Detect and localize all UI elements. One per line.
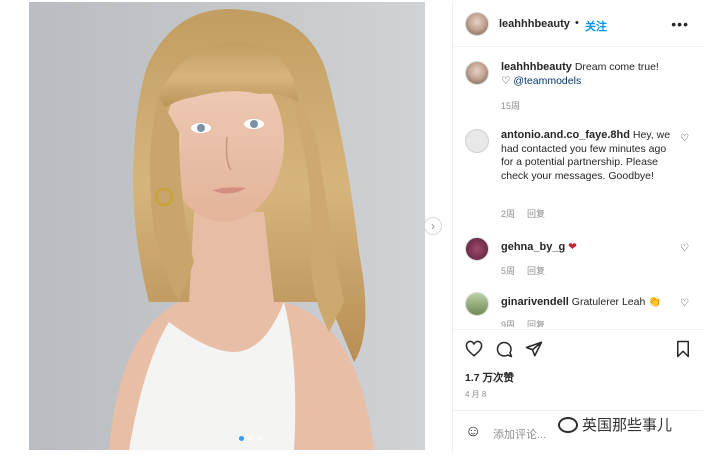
- comment-item: antonio.and.co_faye.8hd Hey, we had cont…: [465, 127, 691, 227]
- comment-meta: 9周 回复: [501, 318, 545, 327]
- carousel-dots: [239, 436, 262, 441]
- comment-text: ginarivendell Gratulerer Leah 👏: [501, 296, 673, 310]
- avatar[interactable]: [465, 12, 489, 36]
- comment-icon[interactable]: [495, 340, 513, 363]
- like-comment-heart-icon[interactable]: ♡: [680, 298, 689, 309]
- like-heart-icon[interactable]: [465, 340, 483, 363]
- comment-text: antonio.and.co_faye.8hd Hey, we had cont…: [501, 129, 673, 183]
- comment-item: gehna_by_g ❤ 5周 回复 ♡: [465, 237, 691, 277]
- comment-username[interactable]: antonio.and.co_faye.8hd: [501, 129, 630, 141]
- avatar[interactable]: [465, 292, 489, 316]
- post-date: 4 月 8: [465, 390, 487, 399]
- avatar[interactable]: [465, 237, 489, 261]
- comments-list: leahhhbeauty Dream come true! ♡ @teammod…: [453, 47, 703, 327]
- post-username[interactable]: leahhhbeauty: [499, 18, 570, 30]
- comment-meta: 2周 回复: [501, 207, 545, 220]
- carousel-dot: [257, 436, 262, 441]
- comment-input[interactable]: 添加评论...: [493, 426, 546, 442]
- avatar[interactable]: [465, 61, 489, 85]
- chevron-right-icon: ›: [431, 219, 435, 233]
- more-options-icon[interactable]: •••: [671, 16, 689, 32]
- comment-item: ginarivendell Gratulerer Leah 👏 9周 回复 ♡: [465, 292, 691, 327]
- carousel-dot-active: [239, 436, 244, 441]
- comment-time: 9周: [501, 320, 516, 327]
- caption-body: Dream come true!: [574, 61, 659, 73]
- post-photo[interactable]: [29, 2, 425, 450]
- reply-button[interactable]: 回复: [527, 320, 545, 327]
- avatar[interactable]: [465, 129, 489, 153]
- post-header: leahhhbeauty • 关注 •••: [453, 2, 703, 47]
- post-sidebar: leahhhbeauty • 关注 ••• leahhhbeauty Dream…: [452, 2, 703, 452]
- watermark: 英国那些事儿: [558, 414, 673, 435]
- follow-button[interactable]: 关注: [585, 18, 607, 34]
- like-comment-heart-icon[interactable]: ♡: [680, 133, 689, 144]
- watermark-logo-icon: [558, 416, 578, 433]
- mention-link[interactable]: @teammodels: [513, 75, 581, 87]
- heart-icon: ♡: [501, 74, 511, 87]
- reply-button[interactable]: 回复: [527, 209, 545, 219]
- caption-username[interactable]: leahhhbeauty: [501, 61, 572, 73]
- instagram-post-window: › leahhhbeauty • 关注 ••• leahhhbeauty Dre…: [0, 0, 708, 458]
- comment-username[interactable]: gehna_by_g: [501, 241, 565, 253]
- comment-time: 5周: [501, 266, 516, 276]
- caption: leahhhbeauty Dream come true! ♡ @teammod…: [465, 59, 691, 117]
- comment-username[interactable]: ginarivendell: [501, 296, 569, 308]
- like-count[interactable]: 1.7 万次赞: [465, 370, 514, 385]
- next-photo-button[interactable]: ›: [424, 217, 442, 235]
- comment-time: 2周: [501, 209, 516, 219]
- comment-meta: 5周 回复: [501, 264, 545, 277]
- action-bar: [453, 329, 703, 366]
- bookmark-icon[interactable]: [675, 340, 691, 363]
- share-icon[interactable]: [525, 340, 543, 363]
- emoji-icon[interactable]: ☺: [465, 423, 481, 441]
- caption-text: leahhhbeauty Dream come true! ♡ @teammod…: [501, 61, 673, 88]
- carousel-dot: [248, 436, 253, 441]
- comment-text: gehna_by_g ❤: [501, 241, 673, 255]
- caption-time: 15周: [501, 101, 521, 111]
- like-comment-heart-icon[interactable]: ♡: [680, 243, 689, 254]
- separator-dot: •: [575, 17, 579, 29]
- reply-button[interactable]: 回复: [527, 266, 545, 276]
- comment-body: Gratulerer Leah 👏: [571, 296, 662, 308]
- portrait-image: [29, 2, 425, 450]
- watermark-text: 英国那些事儿: [582, 417, 673, 434]
- comment-body: ❤: [568, 241, 577, 253]
